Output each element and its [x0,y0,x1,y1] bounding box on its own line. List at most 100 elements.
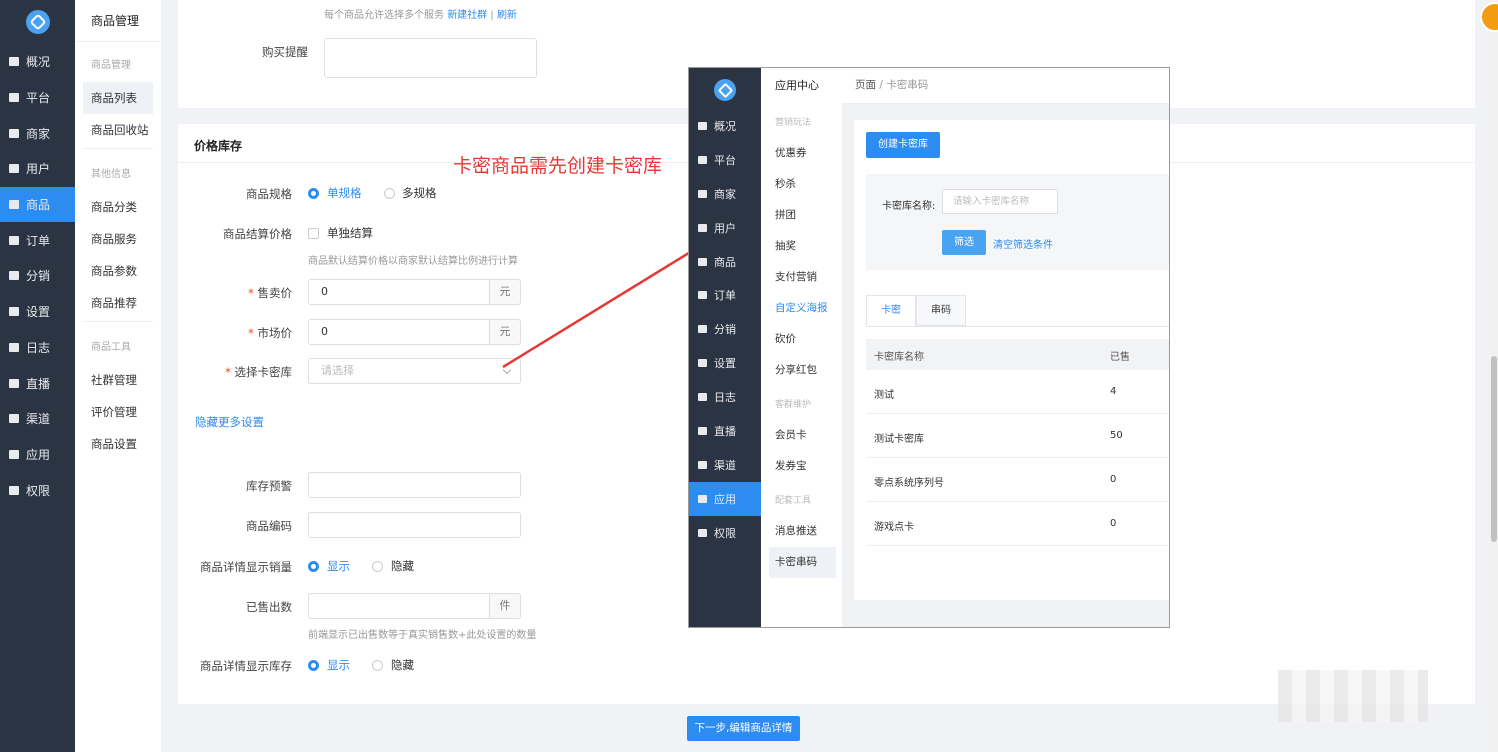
subnav-item-recommend[interactable]: 商品推荐 [75,287,161,319]
overview-icon [9,57,19,67]
sidebar-item-merchant[interactable]: 商家 [0,115,75,151]
toggle-more-settings-link[interactable]: 隐藏更多设置 [195,414,264,430]
subnav-item-category[interactable]: 商品分类 [75,191,161,223]
show-sales-show-radio[interactable] [308,561,319,572]
subnav-group-other: 其他信息 [91,169,131,180]
overlay-subnav-item[interactable]: 会员卡 [761,420,842,451]
overlay-sidebar-item[interactable]: 商家 [689,177,761,211]
overlay-sidebar-item[interactable]: 订单 [689,278,761,312]
overlay-subnav-item[interactable]: 消息推送 [761,516,842,547]
subnav-item-review[interactable]: 评价管理 [75,396,161,428]
next-step-button[interactable]: 下一步,编辑商品详情 [687,716,800,741]
tab-card[interactable]: 卡密 [866,295,916,326]
overlay-sidebar-item[interactable]: 分销 [689,312,761,346]
spec-multi-option[interactable]: 多规格 [402,185,437,201]
order-icon [9,235,19,245]
annotation-text: 卡密商品需先创建卡密库 [453,155,663,177]
goods-code-label: 商品编码 [246,519,292,533]
subnav-group-tools: 商品工具 [91,342,131,353]
overlay-sidebar-item[interactable]: 权限 [689,516,761,550]
filter-button[interactable]: 筛选 [942,230,986,255]
purchase-reminder-textarea[interactable] [324,38,537,78]
subnav-item-community[interactable]: 社群管理 [75,364,161,396]
sold-count-input[interactable] [308,593,490,619]
overlay-sidebar-item[interactable]: 直播 [689,414,761,448]
subnav-item-service[interactable]: 商品服务 [75,223,161,255]
show-stock-show-radio[interactable] [308,660,319,671]
table-row: 测试 4 [866,370,1169,414]
overlay-subnav-group: 客群维护 [775,400,812,410]
subnav-divider [83,321,153,322]
show-stock-hide-option[interactable]: 隐藏 [391,657,414,673]
sidebar-item-settings[interactable]: 设置 [0,294,75,330]
refresh-link[interactable]: 刷新 [497,10,517,21]
overview-icon [698,121,707,130]
overlay-sidebar-item[interactable]: 概况 [689,109,761,143]
spec-multi-radio[interactable] [384,188,395,199]
overlay-sidebar-item[interactable]: 日志 [689,380,761,414]
sidebar-item-channel[interactable]: 渠道 [0,401,75,437]
cell-name: 游戏点卡 [874,522,914,533]
overlay-subnav-item[interactable]: 自定义海报 [761,293,842,324]
overlay-subnav-item[interactable]: 优惠券 [761,138,842,169]
sidebar-item-order[interactable]: 订单 [0,222,75,258]
overlay-subnav-item[interactable]: 秒杀 [761,169,842,200]
overlay-subnav-item[interactable]: 砍价 [761,324,842,355]
table-header: 卡密库名称 已售 [866,339,1169,370]
settle-checkbox[interactable] [308,228,319,239]
show-sales-hide-radio[interactable] [372,561,383,572]
app-logo-icon[interactable] [25,10,50,34]
overlay-subnav-item[interactable]: 分享红包 [761,355,842,386]
overlay-sidebar-item[interactable]: 用户 [689,211,761,245]
overlay-subnav-item[interactable]: 支付营销 [761,262,842,293]
market-price-input[interactable]: 0 [308,319,490,345]
live-icon [698,426,707,435]
sidebar-item-live[interactable]: 直播 [0,365,75,401]
overlay-sidebar-item[interactable]: 商品 [689,245,761,279]
stock-alert-input[interactable] [308,472,521,498]
sidebar-item-distribution[interactable]: 分销 [0,258,75,294]
settle-option[interactable]: 单独结算 [327,225,373,241]
overlay-subnav-item-card-code[interactable]: 卡密串码 [769,547,836,578]
spec-single-option[interactable]: 单规格 [327,185,362,201]
show-stock-hide-radio[interactable] [372,660,383,671]
show-sales-show-option[interactable]: 显示 [327,558,350,574]
overlay-subnav-item[interactable]: 发券宝 [761,451,842,482]
create-card-lib-button[interactable]: 创建卡密库 [866,132,940,158]
tab-code[interactable]: 串码 [916,295,966,326]
overlay-logo-icon[interactable] [714,79,736,101]
scrollbar-thumb[interactable] [1491,356,1497,542]
subnav-item-goods-settings[interactable]: 商品设置 [75,428,161,460]
sidebar-item-permission[interactable]: 权限 [0,472,75,508]
new-community-link[interactable]: 新建社群 [447,10,487,21]
subnav-item-recycle[interactable]: 商品回收站 [75,114,161,146]
sidebar-item-user[interactable]: 用户 [0,151,75,187]
sidebar-item-platform[interactable]: 平台 [0,80,75,116]
subnav-item-goods-list[interactable]: 商品列表 [83,82,153,114]
clear-filter-button[interactable]: 清空筛选条件 [993,236,1053,251]
sub-sidebar: 商品管理 商品管理 商品列表 商品回收站 其他信息 商品分类 商品服务 商品参数… [75,0,161,752]
overlay-subnav-item[interactable]: 抽奖 [761,231,842,262]
sale-price-input[interactable]: 0 [308,279,490,305]
settle-hint: 商品默认结算价格以商家默认结算比例进行计算 [308,256,518,267]
spec-single-radio[interactable] [308,188,319,199]
sidebar-item-goods[interactable]: 商品 [0,186,75,223]
filter-name-input[interactable]: 请输入卡密库名称 [942,189,1058,214]
overlay-sidebar-item[interactable]: 平台 [689,143,761,177]
goods-code-input[interactable] [308,512,521,538]
sidebar-item-log[interactable]: 日志 [0,330,75,366]
gear-icon [698,359,707,368]
card-lib-select[interactable]: 请选择 [308,358,521,384]
overlay-sidebar-item[interactable]: 设置 [689,346,761,380]
subnav-item-param[interactable]: 商品参数 [75,255,161,287]
breadcrumb-root[interactable]: 页面 [855,79,876,91]
overlay-subnav-item[interactable]: 拼团 [761,200,842,231]
show-sales-hide-option[interactable]: 隐藏 [391,558,414,574]
sidebar-item-overview[interactable]: 概况 [0,44,75,80]
sidebar-item-apps[interactable]: 应用 [0,437,75,473]
show-stock-show-option[interactable]: 显示 [327,657,350,673]
overlay-sidebar-item[interactable]: 渠道 [689,448,761,482]
scrollbar[interactable] [1490,0,1498,752]
cell-sold: 0 [1110,518,1117,529]
overlay-sidebar-item-apps[interactable]: 应用 [689,481,761,516]
